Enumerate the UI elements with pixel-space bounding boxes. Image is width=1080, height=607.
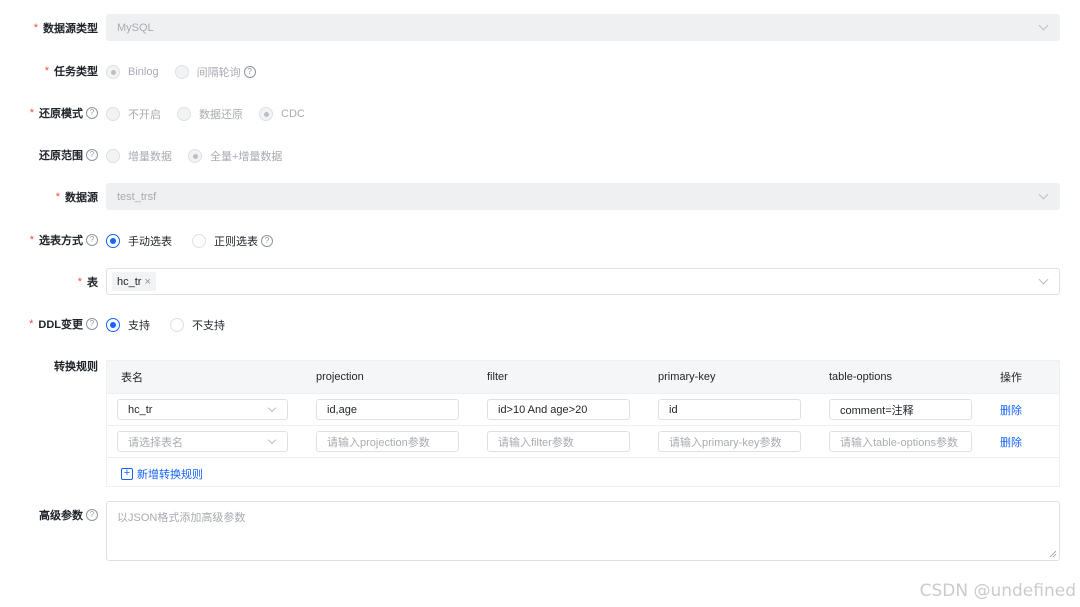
task-type-row: * 任务类型 Binlog 间隔轮询 ? bbox=[0, 60, 1080, 82]
rule-table-select[interactable]: hc_tr bbox=[117, 399, 288, 420]
rule-table-select[interactable]: 请选择表名 bbox=[117, 431, 288, 452]
radio-data-restore: 数据还原 bbox=[177, 106, 243, 122]
radio-support[interactable]: 支持 bbox=[106, 317, 150, 333]
required-mark: * bbox=[33, 22, 38, 34]
table-tag: hc_tr × bbox=[112, 272, 156, 291]
column-header: 表名 bbox=[121, 372, 143, 384]
close-icon[interactable]: × bbox=[144, 276, 150, 288]
task-type-radio-group: Binlog 间隔轮询 ? bbox=[106, 64, 272, 80]
column-header: 操作 bbox=[1000, 372, 1022, 384]
chevron-down-icon bbox=[1038, 189, 1049, 200]
help-icon[interactable]: ? bbox=[261, 235, 273, 247]
rule-table-options-input[interactable]: comment=注释 bbox=[829, 399, 972, 420]
transform-rules-label: 转换规则 bbox=[54, 361, 98, 373]
rule-filter-input[interactable]: 请输入filter参数 bbox=[487, 431, 630, 452]
table-select-mode-radio-group: 手动选表 正则选表 ? bbox=[106, 233, 289, 249]
radio-regex-select[interactable]: 正则选表 ? bbox=[192, 233, 273, 249]
add-transform-rule-button[interactable]: + 新增转换规则 bbox=[121, 466, 203, 482]
table-select-mode-label: * 选表方式? bbox=[0, 232, 98, 248]
radio-not-support[interactable]: 不支持 bbox=[170, 317, 225, 333]
ddl-change-radio-group: 支持 不支持 bbox=[106, 317, 241, 333]
chevron-down-icon bbox=[267, 435, 277, 445]
restore-mode-row: * 还原模式? 不开启 数据还原 CDC bbox=[0, 102, 1080, 124]
radio-binlog: Binlog bbox=[106, 65, 159, 79]
datasource-row: * 数据源 test_trsf bbox=[0, 183, 1080, 211]
rule-projection-input[interactable]: 请输入projection参数 bbox=[316, 431, 459, 452]
rule-filter-input[interactable]: id>10 And age>20 bbox=[487, 399, 630, 420]
column-header: primary-key bbox=[658, 371, 716, 383]
plus-icon: + bbox=[121, 467, 133, 480]
restore-mode-label: * 还原模式? bbox=[0, 105, 98, 121]
table-multi-select[interactable]: hc_tr × bbox=[106, 268, 1060, 295]
radio-dot bbox=[174, 65, 189, 79]
transform-rules-table: 表名 projection filter primary-key table-o… bbox=[106, 360, 1060, 487]
datasource-type-label: * 数据源类型 bbox=[33, 22, 98, 35]
table-label: * 表 bbox=[77, 276, 98, 289]
resize-handle-icon[interactable] bbox=[1049, 550, 1057, 558]
column-header: filter bbox=[487, 371, 508, 383]
rule-primary-key-input[interactable]: id bbox=[658, 399, 801, 420]
radio-manual-select[interactable]: 手动选表 bbox=[106, 233, 172, 249]
help-icon[interactable]: ? bbox=[86, 149, 98, 161]
datasource-select: test_trsf bbox=[106, 183, 1060, 210]
delete-button[interactable]: 删除 bbox=[1000, 434, 1022, 450]
chevron-down-icon bbox=[1038, 20, 1049, 31]
help-icon[interactable]: ? bbox=[86, 318, 98, 330]
help-icon[interactable]: ? bbox=[243, 66, 256, 78]
help-icon[interactable]: ? bbox=[86, 234, 98, 246]
advanced-params-label: 高级参数? bbox=[0, 507, 98, 523]
task-type-label: * 任务类型 bbox=[44, 65, 98, 78]
help-icon[interactable]: ? bbox=[86, 107, 98, 119]
radio-interval-polling: 间隔轮询 ? bbox=[174, 64, 256, 80]
ddl-change-label: * DDL变更? bbox=[0, 316, 98, 332]
chevron-down-icon bbox=[267, 403, 277, 413]
help-icon[interactable]: ? bbox=[86, 509, 98, 521]
table-header: 表名 projection filter primary-key table-o… bbox=[107, 361, 1059, 393]
table-select-mode-row: * 选表方式? 手动选表 正则选表 ? bbox=[0, 229, 1080, 251]
add-rule-row: + 新增转换规则 bbox=[107, 457, 1059, 489]
restore-range-row: 还原范围? 增量数据 全量+增量数据 bbox=[0, 144, 1080, 166]
restore-mode-radio-group: 不开启 数据还原 CDC bbox=[106, 106, 321, 122]
column-header: projection bbox=[316, 371, 364, 383]
datasource-type-row: * 数据源类型 MySQL bbox=[0, 14, 1080, 42]
rule-primary-key-input[interactable]: 请输入primary-key参数 bbox=[658, 431, 801, 452]
radio-dot bbox=[106, 65, 120, 79]
radio-full-incremental: 全量+增量数据 bbox=[188, 148, 282, 164]
table-row: hc_tr id,age id>10 And age>20 id comment… bbox=[107, 393, 1059, 425]
column-header: table-options bbox=[829, 371, 892, 383]
restore-range-label: 还原范围? bbox=[0, 147, 98, 163]
radio-disabled-mode: 不开启 bbox=[106, 106, 161, 122]
chevron-down-icon bbox=[1038, 274, 1049, 285]
radio-incremental: 增量数据 bbox=[106, 148, 172, 164]
watermark: CSDN @undefined bbox=[919, 581, 1076, 601]
rule-projection-input[interactable]: id,age bbox=[316, 399, 459, 420]
table-row: 请选择表名 请输入projection参数 请输入filter参数 请输入pri… bbox=[107, 425, 1059, 457]
rule-table-options-input[interactable]: 请输入table-options参数 bbox=[829, 431, 972, 452]
radio-cdc: CDC bbox=[259, 107, 305, 121]
datasource-label: * 数据源 bbox=[55, 191, 98, 204]
table-row: * 表 hc_tr × bbox=[0, 268, 1080, 296]
delete-button[interactable]: 删除 bbox=[1000, 402, 1022, 418]
advanced-params-textarea[interactable]: 以JSON格式添加高级参数 bbox=[106, 501, 1060, 561]
datasource-type-select: MySQL bbox=[106, 14, 1060, 41]
ddl-change-row: * DDL变更? 支持 不支持 bbox=[0, 313, 1080, 335]
restore-range-radio-group: 增量数据 全量+增量数据 bbox=[106, 148, 298, 164]
